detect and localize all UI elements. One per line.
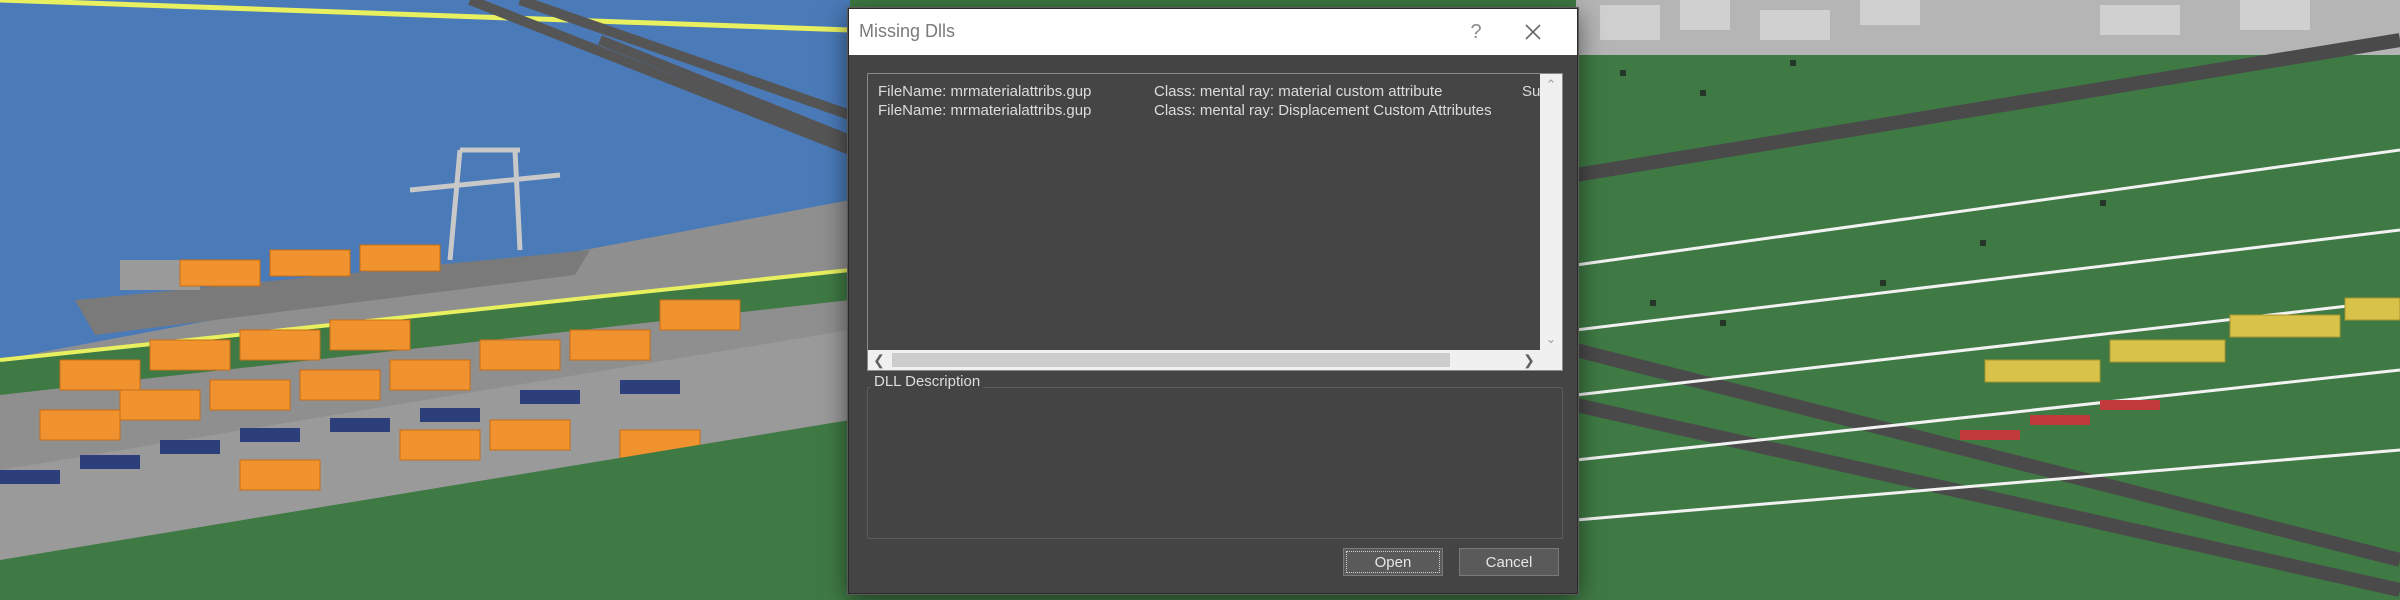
vertical-scrollbar[interactable]: ⌃ ⌄ [1540, 74, 1562, 350]
scrollbar-corner [1540, 350, 1562, 370]
dll-description-group [867, 387, 1563, 539]
scroll-up-icon[interactable]: ⌃ [1540, 74, 1562, 96]
dialog-title: Missing Dlls [859, 21, 956, 41]
scroll-right-icon[interactable]: ❯ [1518, 350, 1540, 370]
list-item-class: Class: mental ray: Displacement Custom A… [1154, 102, 1492, 119]
list-item-filename: FileName: mrmaterialattribs.gup [878, 83, 1092, 100]
scroll-down-icon[interactable]: ⌄ [1540, 328, 1562, 350]
list-item-filename: FileName: mrmaterialattribs.gup [878, 102, 1092, 119]
horizontal-scrollbar[interactable]: ❮ ❯ [868, 350, 1562, 370]
scroll-left-icon[interactable]: ❮ [868, 350, 890, 370]
list-item-class: Class: mental ray: material custom attri… [1154, 83, 1443, 100]
help-button[interactable]: ? [1459, 15, 1493, 49]
close-button[interactable] [1511, 15, 1555, 49]
open-button[interactable]: Open [1343, 548, 1443, 576]
close-icon [1525, 24, 1541, 40]
missing-dlls-dialog: Missing Dlls ? FileName: mrmaterialattri… [848, 8, 1578, 594]
missing-dll-list[interactable]: FileName: mrmaterialattribs.gup Class: m… [867, 73, 1563, 371]
dialog-titlebar[interactable]: Missing Dlls ? [849, 9, 1577, 55]
dll-description-label: DLL Description [871, 373, 984, 390]
help-icon: ? [1470, 20, 1482, 43]
horizontal-scroll-thumb[interactable] [892, 353, 1450, 367]
cancel-button[interactable]: Cancel [1459, 548, 1559, 576]
